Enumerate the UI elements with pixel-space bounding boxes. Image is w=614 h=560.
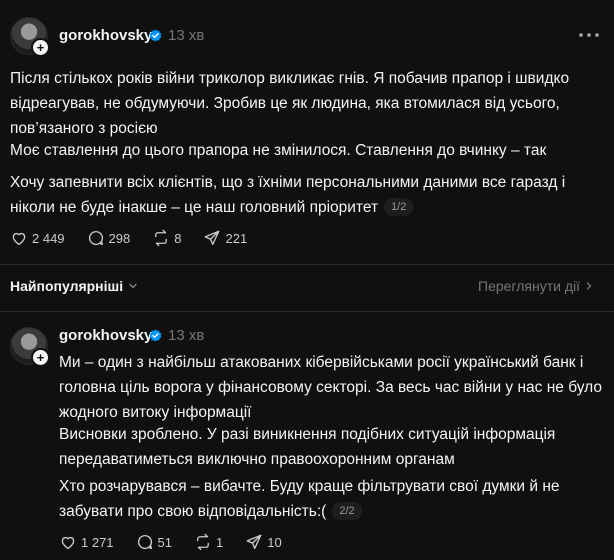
divider <box>0 264 614 265</box>
sort-dropdown[interactable]: Найпопулярніші <box>10 278 138 294</box>
reply-button[interactable]: 51 <box>136 533 172 551</box>
like-count: 1 271 <box>81 534 114 550</box>
verified-badge-icon <box>149 329 162 342</box>
follow-plus-icon[interactable]: + <box>31 38 50 57</box>
post-text-paragraph: Ми – один з найбільш атакованих кібервій… <box>59 354 602 421</box>
thread-pager: 1/2 <box>384 198 414 216</box>
verified-badge-icon <box>149 29 162 42</box>
like-count: 2 449 <box>32 230 65 246</box>
share-count: 221 <box>225 230 248 246</box>
chevron-right-icon <box>586 282 592 290</box>
post-actions: 1 271 51 1 10 <box>59 533 304 551</box>
heart-icon <box>61 536 75 550</box>
comment-icon <box>137 534 152 550</box>
username[interactable]: gorokhovsky <box>59 27 152 44</box>
like-button[interactable]: 2 449 <box>10 229 65 247</box>
view-activity-label: Переглянути дії <box>478 278 580 294</box>
like-button[interactable]: 1 271 <box>59 533 114 551</box>
post-text-paragraph: Хочу запевнити всіх клієнтів, що з їхнім… <box>10 170 580 220</box>
post-time: 13 хв <box>168 327 205 344</box>
post-text-paragraph: Хто розчарувався – вибачте. Буду краще ф… <box>59 474 579 524</box>
repost-icon <box>155 229 168 247</box>
share-count: 10 <box>267 534 282 550</box>
repost-button[interactable]: 8 <box>152 229 181 247</box>
post-actions: 2 449 298 8 221 <box>10 229 269 247</box>
heart-icon <box>12 232 26 246</box>
share-button[interactable]: 221 <box>203 229 247 247</box>
thread-pager: 2/2 <box>332 502 362 520</box>
reply-count: 298 <box>108 230 131 246</box>
post-time: 13 хв <box>168 27 205 44</box>
send-icon <box>205 230 220 246</box>
repost-icon <box>197 533 209 551</box>
repost-button[interactable]: 1 <box>194 533 223 551</box>
view-activity-link[interactable]: Переглянути дії <box>478 278 594 294</box>
repost-count: 1 <box>216 534 224 550</box>
more-options-icon[interactable] <box>578 30 600 40</box>
chevron-down-icon <box>129 283 137 289</box>
username[interactable]: gorokhovsky <box>59 327 152 344</box>
post-text: Хочу запевнити всіх клієнтів, що з їхнім… <box>10 174 566 216</box>
share-button[interactable]: 10 <box>245 533 282 551</box>
reply-count: 51 <box>157 534 173 550</box>
post-text-paragraph: Після стількох років війни триколор викл… <box>10 70 570 137</box>
sort-label: Найпопулярніші <box>10 278 124 294</box>
send-icon <box>246 534 262 550</box>
post-text-paragraph: Моє ставлення до цього прапора не змінил… <box>10 142 547 159</box>
follow-plus-icon[interactable]: + <box>31 348 50 367</box>
post-text: Хто розчарувався – вибачте. Буду краще ф… <box>59 478 560 520</box>
divider <box>0 311 614 312</box>
reply-button[interactable]: 298 <box>87 229 131 247</box>
post-text-paragraph: Висновки зроблено. У разі виникнення под… <box>59 426 556 468</box>
repost-count: 8 <box>174 230 182 246</box>
comment-icon <box>88 230 103 246</box>
